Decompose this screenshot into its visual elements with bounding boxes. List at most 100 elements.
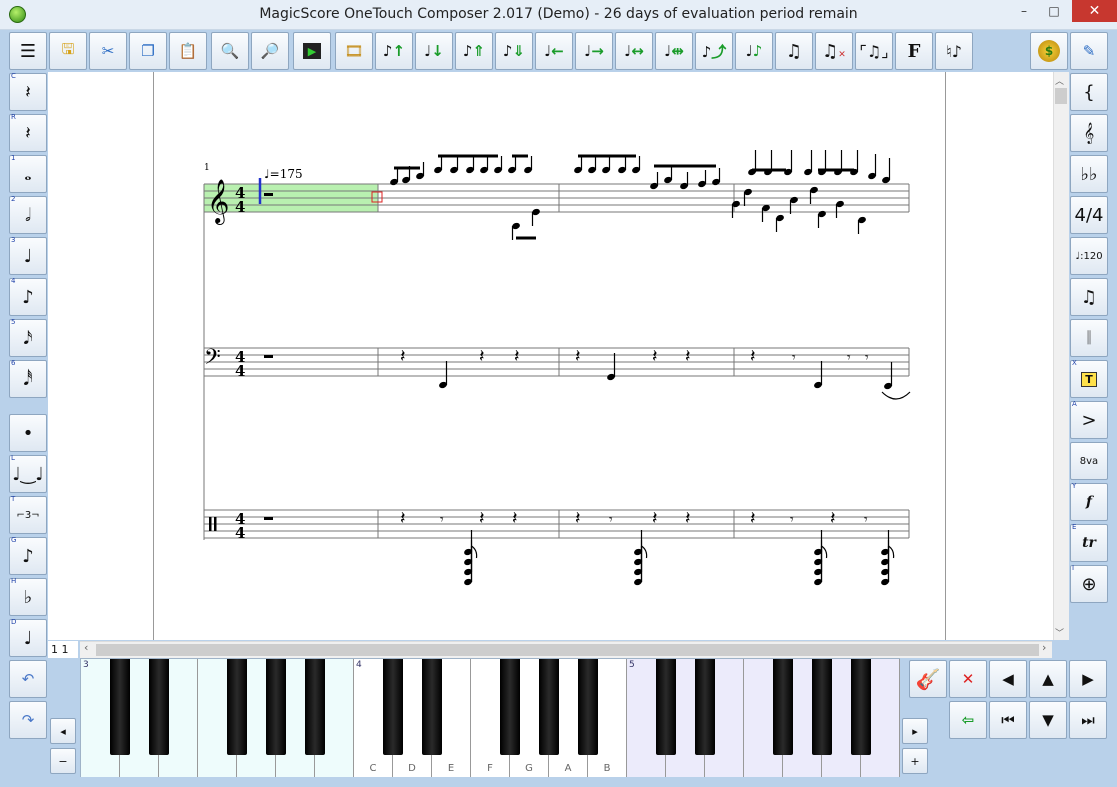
nav-right-button[interactable]: ▶ <box>1069 660 1107 698</box>
beam-button[interactable]: ♫ <box>775 32 813 70</box>
voice-button[interactable]: ♩♪ <box>735 32 773 70</box>
piano-black-key[interactable] <box>110 659 130 755</box>
piano-black-key[interactable] <box>578 659 598 755</box>
piano-black-key[interactable] <box>539 659 559 755</box>
minimize-button[interactable]: – <box>1010 0 1038 22</box>
pitch-down-button[interactable]: ♩↓ <box>415 32 453 70</box>
percussion-clef-glyph <box>209 517 212 531</box>
right-palette-tempo-button[interactable]: ♩:120 <box>1070 237 1108 275</box>
zoom-in-button[interactable]: 🔎 <box>251 32 289 70</box>
piano-black-key[interactable] <box>383 659 403 755</box>
scroll-up-icon[interactable]: ︿ <box>1055 74 1064 87</box>
left-palette-clef-rest-button[interactable]: 𝄽 C <box>9 72 47 111</box>
left-palette-triplet-button[interactable]: ⌐3¬ T <box>9 495 47 534</box>
copy-button[interactable]: ❐ <box>129 32 167 70</box>
right-palette-accent-button[interactable]: > A <box>1070 400 1108 439</box>
beam-group-button[interactable]: ⌜♫⌟ <box>855 32 893 70</box>
nav-up-button[interactable]: ▲ <box>1029 660 1067 698</box>
enter-button[interactable]: ⇦ <box>949 701 987 739</box>
nav-first-button[interactable]: ⏮ <box>989 701 1027 739</box>
vertical-scrollbar[interactable] <box>1053 72 1069 640</box>
left-palette-thirtysecond-note-button[interactable]: 𝅘𝅥𝅰 6 <box>9 359 47 398</box>
left-palette-half-note-button[interactable]: 𝅗𝅥 2 <box>9 195 47 234</box>
horizontal-scroll-thumb[interactable] <box>96 644 1039 656</box>
right-palette-tuplet-button[interactable]: ♫ <box>1070 278 1108 316</box>
menu-button[interactable]: ☰ <box>9 32 47 70</box>
zoom-out-button[interactable]: 🔍 <box>211 32 249 70</box>
nav-last-button[interactable]: ⏭ <box>1069 701 1107 739</box>
left-palette-quarter-note-button[interactable]: ♩ 3 <box>9 236 47 275</box>
left-palette-tie-button[interactable]: ♩‿♩ L <box>9 454 47 493</box>
right-palette-octave-button[interactable]: 8va <box>1070 442 1108 480</box>
piano-black-key[interactable] <box>695 659 715 755</box>
octave-up-button[interactable]: ▸ <box>902 718 928 744</box>
move-left-button[interactable]: ♩← <box>535 32 573 70</box>
right-palette-trill-button[interactable]: tr E <box>1070 523 1108 562</box>
pitch-up-button[interactable]: ♪↑ <box>375 32 413 70</box>
scroll-right-icon[interactable]: › <box>1042 641 1046 654</box>
left-palette-grace-note-button[interactable]: ♪ G <box>9 536 47 575</box>
undo-button[interactable]: ↶ <box>9 660 47 698</box>
right-palette-time-signature-button[interactable]: 4/4 <box>1070 196 1108 234</box>
right-palette-text-button[interactable]: TX <box>1070 359 1108 398</box>
accidental-button[interactable]: ♮♪ <box>935 32 973 70</box>
cut-button[interactable]: ✂ <box>89 32 127 70</box>
piano-keyboard[interactable]: CDEFGAB345 <box>80 658 900 777</box>
buy-button[interactable]: $ <box>1030 32 1068 70</box>
score-page[interactable]: 1 𝄞 4 4 ♩=175 𝄢 4 4 𝄽 𝄽 𝄽 𝄽 𝄽 𝄽 𝄽 𝄾 𝄾 𝄾 <box>153 72 946 640</box>
record-button[interactable]: 🎞 <box>335 32 373 70</box>
bass-staff[interactable]: 𝄢 4 4 𝄽 𝄽 𝄽 𝄽 𝄽 𝄽 𝄽 𝄾 𝄾 𝄾 <box>204 345 911 400</box>
zoom-piano-in-button[interactable]: + <box>902 748 928 774</box>
right-palette-coda-button[interactable]: ⊕ I <box>1070 564 1108 603</box>
right-palette-key-signature-button[interactable]: ♭♭ <box>1070 155 1108 193</box>
left-palette-delete-note-button[interactable]: ♩ D <box>9 618 47 657</box>
unbeam-button[interactable]: ♫✕ <box>815 32 853 70</box>
right-palette-treble-clef-button[interactable]: 𝄞 <box>1070 114 1108 152</box>
percussion-staff[interactable]: 4 4 𝄽 𝄽 𝄽 𝄽 𝄽 𝄽 𝄽 𝄽𝄾 𝄾 𝄾 𝄾 <box>204 508 910 586</box>
move-right-button[interactable]: ♩→ <box>575 32 613 70</box>
octave-up-button[interactable]: ♪⇑ <box>455 32 493 70</box>
piano-black-key[interactable] <box>305 659 325 755</box>
save-button[interactable]: 🖫 <box>49 32 87 70</box>
zoom-piano-out-button[interactable]: − <box>50 748 76 774</box>
left-palette-eighth-note-button[interactable]: ♪ 4 <box>9 277 47 316</box>
piano-black-key[interactable] <box>266 659 286 755</box>
piano-black-key[interactable] <box>812 659 832 755</box>
narrow-button[interactable]: ♩⇹ <box>655 32 693 70</box>
nav-down-button[interactable]: ▼ <box>1029 701 1067 739</box>
octave-down-button[interactable]: ◂ <box>50 718 76 744</box>
format-button[interactable]: F <box>895 32 933 70</box>
right-palette-brace-button[interactable]: { <box>1070 73 1108 111</box>
edit-button[interactable]: ✎ <box>1070 32 1108 70</box>
redo-button[interactable]: ↷ <box>9 701 47 739</box>
scroll-left-icon[interactable]: ‹ <box>84 641 88 654</box>
octave-down-button[interactable]: ♪⇓ <box>495 32 533 70</box>
score-canvas[interactable]: 1 𝄞 4 4 ♩=175 𝄢 4 4 𝄽 𝄽 𝄽 𝄽 𝄽 𝄽 𝄽 𝄾 𝄾 𝄾 <box>154 72 947 640</box>
piano-black-key[interactable] <box>422 659 442 755</box>
right-palette-dynamics-button[interactable]: fY <box>1070 482 1108 521</box>
piano-black-key[interactable] <box>851 659 871 755</box>
treble-staff[interactable]: 1 𝄞 4 4 ♩=175 <box>203 150 910 540</box>
left-palette-quarter-rest-button[interactable]: 𝄽 R <box>9 113 47 152</box>
left-palette-dot-button[interactable]: • <box>9 414 47 452</box>
maximize-button[interactable]: □ <box>1038 0 1070 22</box>
nav-left-button[interactable]: ◀ <box>989 660 1027 698</box>
piano-black-key[interactable] <box>500 659 520 755</box>
play-button[interactable]: ▶ <box>293 32 331 70</box>
scroll-down-icon[interactable]: ﹀ <box>1055 626 1064 639</box>
piano-black-key[interactable] <box>149 659 169 755</box>
paste-button[interactable]: 📋 <box>169 32 207 70</box>
left-palette-whole-note-button[interactable]: 𝅝 1 <box>9 154 47 193</box>
right-palette-barline-button[interactable]: 𝄁 <box>1070 319 1108 357</box>
piano-black-key[interactable] <box>773 659 793 755</box>
piano-black-key[interactable] <box>227 659 247 755</box>
instrument-button[interactable]: 🎸 <box>909 660 947 698</box>
piano-black-key[interactable] <box>656 659 676 755</box>
widen-button[interactable]: ♩↔ <box>615 32 653 70</box>
cancel-button[interactable]: ✕ <box>949 660 987 698</box>
close-window-button[interactable]: ✕ <box>1072 0 1117 22</box>
left-palette-flat-button[interactable]: ♭ H <box>9 577 47 616</box>
flip-stem-button[interactable]: ♪⤴ <box>695 32 733 70</box>
vertical-scroll-thumb[interactable] <box>1055 88 1067 104</box>
left-palette-sixteenth-note-button[interactable]: 𝅘𝅥𝅯 5 <box>9 318 47 357</box>
